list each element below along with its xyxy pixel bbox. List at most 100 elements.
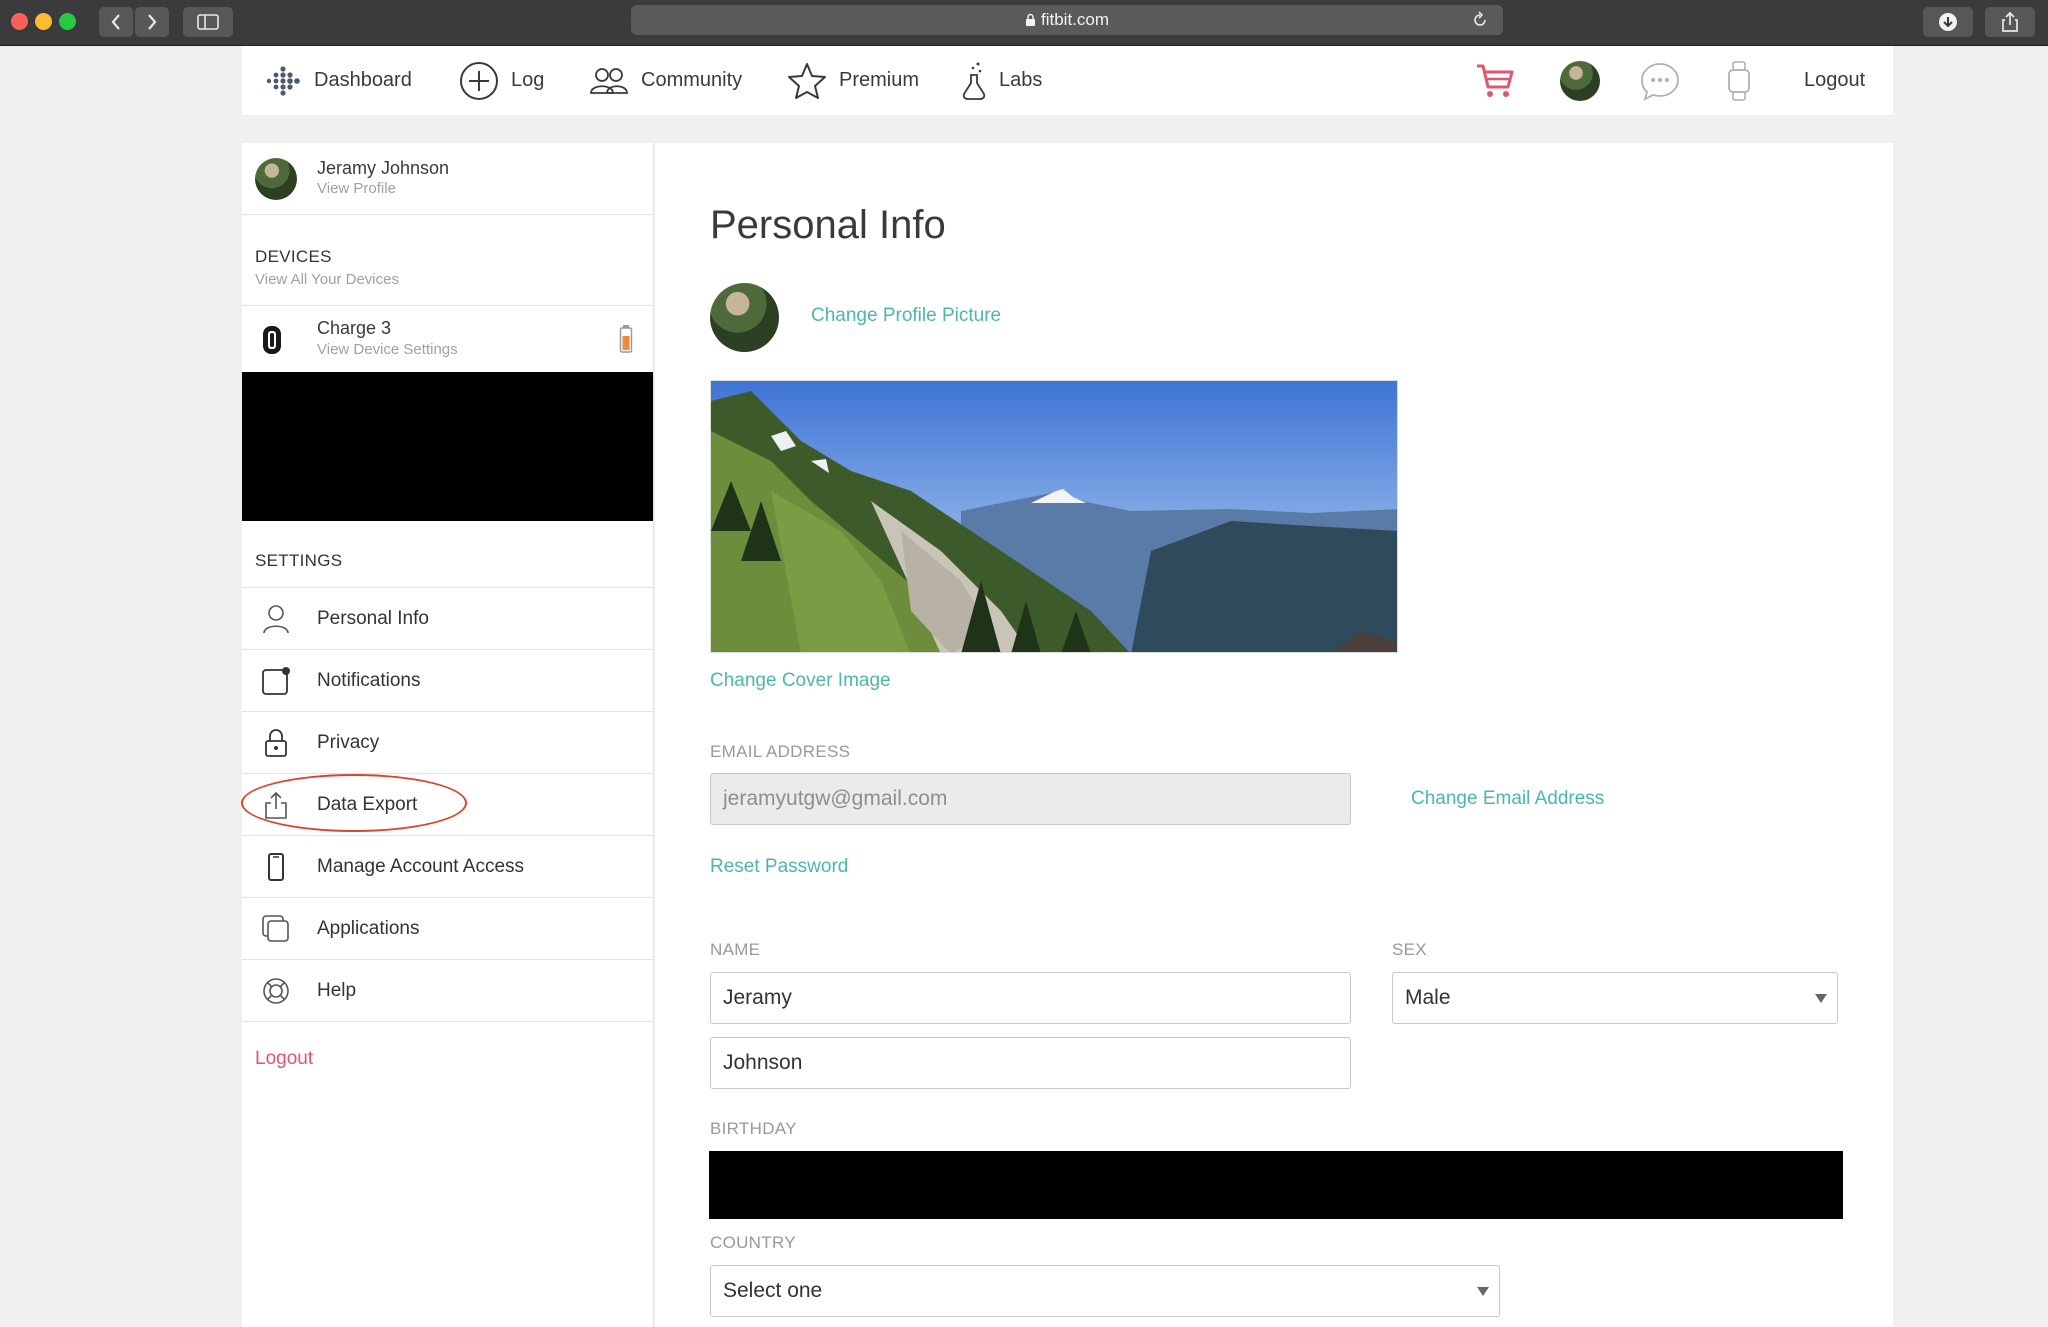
avatar <box>255 158 297 200</box>
chat-bubble-icon <box>1639 61 1681 101</box>
url-text: fitbit.com <box>1041 10 1109 30</box>
cover-image <box>710 380 1398 653</box>
country-select[interactable]: Select one <box>710 1265 1500 1317</box>
nav-labs[interactable]: Labs <box>961 46 1042 115</box>
sidebar-logout-link[interactable]: Logout <box>255 1048 313 1070</box>
reset-password-link[interactable]: Reset Password <box>710 856 848 878</box>
nav-dashboard[interactable]: Dashboard <box>264 46 412 115</box>
chevron-left-icon <box>110 13 122 31</box>
lock-icon <box>260 727 292 759</box>
first-name-value: Jeramy <box>723 986 792 1010</box>
name-label: NAME <box>710 940 760 960</box>
settings-title: SETTINGS <box>255 551 342 571</box>
chevron-down-icon <box>1477 1287 1489 1296</box>
nav-premium-label: Premium <box>839 69 919 92</box>
top-navigation: Dashboard Log Community Premium Labs <box>242 46 1893 115</box>
sidebar-item-privacy[interactable]: Privacy <box>242 712 653 774</box>
battery-icon <box>619 324 633 359</box>
address-bar[interactable]: fitbit.com <box>631 5 1503 35</box>
star-icon <box>787 62 827 100</box>
forward-button[interactable] <box>135 7 169 37</box>
profile-name: Jeramy Johnson <box>317 158 449 179</box>
zoom-window-button[interactable] <box>59 13 76 30</box>
sidebar-item-label: Help <box>317 980 356 1002</box>
share-icon <box>2001 11 2019 33</box>
email-field[interactable]: jeramyutgw@gmail.com <box>710 773 1351 825</box>
share-button[interactable] <box>1985 7 2035 37</box>
sidebar-item-personal-info[interactable]: Personal Info <box>242 588 653 650</box>
change-email-link[interactable]: Change Email Address <box>1411 788 1604 810</box>
redacted-block <box>242 372 653 521</box>
first-name-field[interactable]: Jeramy <box>710 972 1351 1024</box>
email-value: jeramyutgw@gmail.com <box>723 787 947 811</box>
view-all-devices-link[interactable]: View All Your Devices <box>255 271 399 288</box>
download-icon <box>1938 12 1958 32</box>
nav-community[interactable]: Community <box>589 46 742 115</box>
change-cover-image-link[interactable]: Change Cover Image <box>710 670 891 692</box>
sex-label: SEX <box>1392 940 1427 960</box>
nav-labs-label: Labs <box>999 69 1042 92</box>
sidebar-item-label: Applications <box>317 918 419 940</box>
sidebar-toggle-button[interactable] <box>183 7 233 37</box>
reload-icon[interactable] <box>1471 11 1489 34</box>
sidebar-item-label: Notifications <box>317 670 421 692</box>
sidebar-item-label: Privacy <box>317 732 379 754</box>
notification-icon <box>260 665 292 697</box>
fitbit-logo-icon <box>264 64 302 98</box>
community-icon <box>589 66 629 96</box>
watch-icon <box>1726 60 1752 102</box>
messages-button[interactable] <box>1639 46 1681 115</box>
devices-section[interactable]: DEVICES View All Your Devices <box>242 215 653 306</box>
view-profile-link[interactable]: View Profile <box>317 180 396 197</box>
help-icon <box>260 975 292 1007</box>
settings-sidebar: Jeramy Johnson View Profile DEVICES View… <box>242 143 654 1327</box>
page-title: Personal Info <box>710 203 946 248</box>
device-button[interactable] <box>1726 46 1752 115</box>
close-window-button[interactable] <box>11 13 28 30</box>
sex-value: Male <box>1405 986 1451 1010</box>
profile-link[interactable]: Jeramy Johnson View Profile <box>242 143 653 215</box>
device-charge-3[interactable]: Charge 3 View Device Settings <box>242 306 653 372</box>
sidebar-item-applications[interactable]: Applications <box>242 898 653 960</box>
annotation-circle <box>241 774 467 832</box>
phone-icon <box>260 851 292 883</box>
birthday-label: BIRTHDAY <box>710 1119 797 1139</box>
last-name-field[interactable]: Johnson <box>710 1037 1351 1089</box>
minimize-window-button[interactable] <box>35 13 52 30</box>
avatar <box>1560 61 1600 101</box>
tracker-icon <box>260 324 284 361</box>
logout-label: Logout <box>1804 69 1865 92</box>
devices-title: DEVICES <box>255 247 332 267</box>
sidebar-item-label: Manage Account Access <box>317 856 524 878</box>
plus-circle-icon <box>459 61 499 101</box>
cart-icon <box>1475 63 1515 99</box>
sidebar-icon <box>197 14 219 30</box>
user-icon <box>260 603 292 635</box>
nav-log[interactable]: Log <box>459 46 544 115</box>
sidebar-item-label: Personal Info <box>317 608 429 630</box>
back-button[interactable] <box>99 7 133 37</box>
chevron-right-icon <box>146 13 158 31</box>
email-label: EMAIL ADDRESS <box>710 742 850 762</box>
downloads-button[interactable] <box>1923 7 1973 37</box>
nav-premium[interactable]: Premium <box>787 46 919 115</box>
browser-toolbar: fitbit.com <box>0 0 2048 46</box>
lock-icon <box>1025 13 1036 27</box>
profile-picture[interactable] <box>710 283 779 352</box>
logout-link[interactable]: Logout <box>1804 46 1865 115</box>
user-avatar-button[interactable] <box>1560 46 1600 115</box>
sidebar-item-manage-account-access[interactable]: Manage Account Access <box>242 836 653 898</box>
change-profile-picture-link[interactable]: Change Profile Picture <box>811 305 1001 327</box>
sidebar-item-notifications[interactable]: Notifications <box>242 650 653 712</box>
chevron-down-icon <box>1815 994 1827 1003</box>
nav-log-label: Log <box>511 69 544 92</box>
cart-button[interactable] <box>1475 46 1515 115</box>
device-settings-link[interactable]: View Device Settings <box>317 341 458 358</box>
settings-section: SETTINGS <box>242 521 653 588</box>
last-name-value: Johnson <box>723 1051 802 1075</box>
country-label: COUNTRY <box>710 1233 796 1253</box>
sex-select[interactable]: Male <box>1392 972 1838 1024</box>
personal-info-panel: Personal Info Change Profile Picture <box>655 143 1893 1327</box>
device-name: Charge 3 <box>317 318 391 339</box>
sidebar-item-help[interactable]: Help <box>242 960 653 1022</box>
